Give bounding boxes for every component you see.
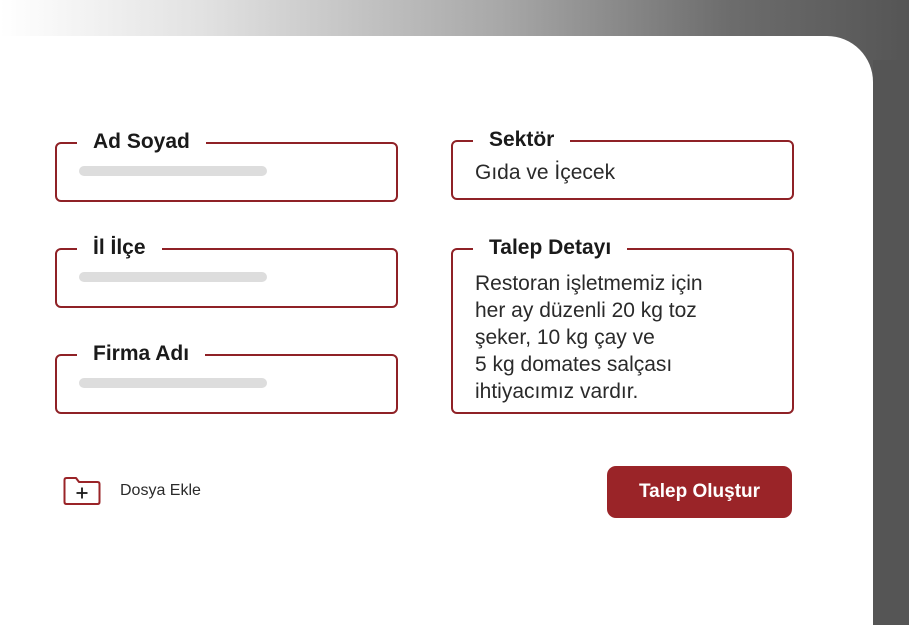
folder-plus-icon — [63, 477, 101, 505]
request-detail-label: Talep Detayı — [473, 235, 628, 261]
attach-file-button[interactable]: Dosya Ekle — [63, 476, 201, 506]
name-field-label: Ad Soyad — [77, 129, 206, 155]
location-field-placeholder — [79, 272, 267, 282]
window-frame-right — [873, 60, 909, 625]
sector-field-value: Gıda ve İçecek — [475, 161, 616, 184]
sector-field-label: Sektör — [473, 127, 571, 153]
location-field[interactable]: İl İlçe — [55, 235, 398, 308]
name-field[interactable]: Ad Soyad — [55, 129, 398, 202]
location-field-label: İl İlçe — [77, 235, 162, 261]
create-request-button[interactable]: Talep Oluştur — [607, 466, 792, 518]
company-field-placeholder — [79, 378, 267, 388]
name-field-placeholder — [79, 166, 267, 176]
company-field[interactable]: Firma Adı — [55, 341, 398, 414]
request-detail-text: Restoran işletmemiz için her ay düzenli … — [475, 272, 703, 403]
attach-file-label: Dosya Ekle — [120, 482, 201, 499]
request-detail-field[interactable]: Talep Detayı Restoran işletmemiz için he… — [451, 235, 794, 414]
company-field-label: Firma Adı — [77, 341, 206, 367]
sector-field[interactable]: Sektör Gıda ve İçecek — [451, 127, 794, 200]
